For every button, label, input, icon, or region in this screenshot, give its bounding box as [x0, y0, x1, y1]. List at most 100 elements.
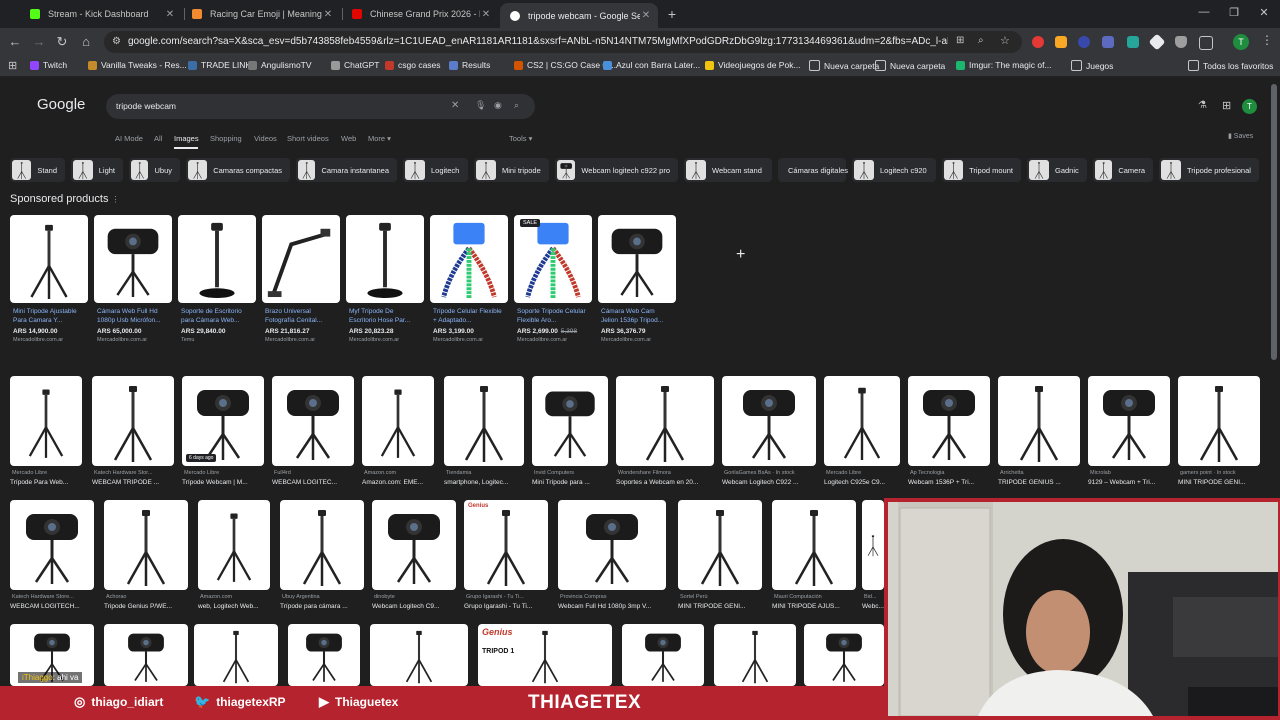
bookmark-item[interactable]: Twitch: [30, 60, 67, 70]
tab-ai-mode[interactable]: AI Mode: [115, 134, 143, 143]
image-source[interactable]: Sortel Perú: [680, 594, 762, 600]
bookmark-item[interactable]: Videojuegos de Pok...: [705, 60, 801, 70]
info-icon[interactable]: ⋮: [112, 195, 120, 204]
image-caption[interactable]: WEBCAM LOGITECH...: [10, 603, 94, 610]
extension-icon[interactable]: [1078, 36, 1090, 48]
image-result[interactable]: [804, 624, 884, 686]
image-result[interactable]: [362, 376, 434, 466]
close-icon[interactable]: ✕: [322, 9, 334, 20]
google-apps-icon[interactable]: ⊞: [1222, 99, 1231, 112]
restore-button[interactable]: ❐: [1222, 6, 1246, 19]
google-logo[interactable]: Google: [37, 96, 85, 113]
product-image[interactable]: [598, 215, 676, 303]
image-caption[interactable]: smartphone, Logitec...: [444, 479, 524, 486]
bookmark-item[interactable]: csgo cases: [385, 60, 441, 70]
close-icon[interactable]: ✕: [164, 9, 176, 20]
extensions-puzzle-icon[interactable]: [1199, 36, 1213, 50]
filter-chip[interactable]: Logitech c920: [852, 158, 936, 182]
filter-chip[interactable]: Tripod mount: [942, 158, 1021, 182]
menu-kebab-icon[interactable]: ⋮: [1261, 33, 1273, 47]
tab-google[interactable]: tripode webcam - Google Sear ✕: [500, 3, 658, 28]
bookmark-item[interactable]: CS2 | CS:GO Case O...: [514, 60, 616, 70]
bookmark-star-icon[interactable]: ☆: [1000, 34, 1010, 47]
new-tab-button[interactable]: +: [660, 6, 684, 22]
all-bookmarks-folder[interactable]: Todos los favoritos: [1188, 60, 1273, 71]
search-icon[interactable]: ⌕: [514, 100, 519, 111]
filter-chip[interactable]: Gadnic: [1027, 158, 1087, 182]
product-name[interactable]: Soporte de Escritorio para Cámara Web...: [178, 307, 256, 325]
image-result[interactable]: [272, 376, 354, 466]
image-caption[interactable]: Tripode Genius P/WE...: [104, 603, 188, 610]
image-caption[interactable]: TRIPODE GENIUS ...: [998, 479, 1080, 486]
sponsored-product-card[interactable]: Mini Tripode Ajustable Para Camara Y... A…: [10, 215, 88, 343]
bookmark-item[interactable]: TRADE LINK: [188, 60, 251, 70]
sponsored-product-card[interactable]: Myf Trípode De Escritorio Hose Par... ARS…: [346, 215, 424, 343]
bookmark-item[interactable]: Juegos: [1071, 60, 1113, 71]
image-caption[interactable]: Grupo Igarashi - Tu Ti...: [464, 603, 548, 610]
site-info-icon[interactable]: ⚙: [112, 36, 121, 47]
image-result[interactable]: 6 days ago: [182, 376, 264, 466]
product-image[interactable]: [178, 215, 256, 303]
image-source[interactable]: Mauri Computación: [774, 594, 856, 600]
image-caption[interactable]: MINI TRIPODE GENI...: [1178, 479, 1260, 486]
sponsored-product-card[interactable]: Cámara Web Full Hd 1080p Usb Micrófon...…: [94, 215, 172, 343]
image-result[interactable]: [678, 500, 762, 590]
image-source[interactable]: Katech Hardware Stor...: [94, 470, 174, 476]
tab-videos[interactable]: Videos: [254, 134, 277, 143]
tab-images[interactable]: Images: [174, 134, 199, 143]
image-result[interactable]: [372, 500, 456, 590]
image-result[interactable]: [280, 500, 364, 590]
product-image[interactable]: [10, 215, 88, 303]
product-name[interactable]: Brazo Universal Fotografía Cenital...: [262, 307, 340, 325]
image-source[interactable]: Wondershare Filmora: [618, 470, 714, 476]
image-source[interactable]: dinobyte: [374, 594, 456, 600]
tab-all[interactable]: All: [154, 134, 162, 143]
image-result[interactable]: [772, 500, 856, 590]
bookmark-item[interactable]: Results: [449, 60, 490, 70]
product-name[interactable]: Soporte Tripode Celular Flexible Aro...: [514, 307, 592, 325]
image-caption[interactable]: Trípode Webcam | M...: [182, 479, 264, 486]
bookmark-item[interactable]: Nueva carpeta: [809, 60, 879, 71]
image-source[interactable]: Microlab: [1090, 470, 1170, 476]
product-name[interactable]: Trípode Celular Flexible + Adaptado...: [430, 307, 508, 325]
forward-button[interactable]: →: [31, 34, 47, 49]
filter-chip[interactable]: Camara instantanea: [296, 158, 397, 182]
filter-chip[interactable]: Stand: [10, 158, 65, 182]
image-result[interactable]: [1178, 376, 1260, 466]
image-result[interactable]: [622, 624, 704, 686]
profile-avatar[interactable]: T: [1233, 34, 1249, 50]
image-result[interactable]: [10, 376, 82, 466]
image-source[interactable]: Amazon.com: [364, 470, 434, 476]
image-result[interactable]: [862, 500, 884, 590]
image-caption[interactable]: Webcam Logitech C922 ...: [722, 479, 816, 486]
extension-icon[interactable]: [1032, 36, 1044, 48]
tab-more[interactable]: More ▾: [368, 134, 391, 143]
tab-short-videos[interactable]: Short videos: [287, 134, 329, 143]
image-source[interactable]: Bid...: [864, 594, 884, 600]
image-source[interactable]: Arrichetta: [1000, 470, 1080, 476]
extension-icon[interactable]: [1102, 36, 1114, 48]
image-caption[interactable]: Webcam Full Hd 1080p 3mp V...: [558, 603, 666, 610]
image-source[interactable]: Ap Tecnologia: [910, 470, 990, 476]
product-name[interactable]: Cámara Web Full Hd 1080p Usb Micrófon...: [94, 307, 172, 325]
image-result[interactable]: [104, 500, 188, 590]
account-avatar[interactable]: T: [1242, 99, 1257, 114]
close-icon[interactable]: ✕: [480, 9, 492, 20]
product-name[interactable]: Mini Tripode Ajustable Para Camara Y...: [10, 307, 88, 325]
bookmark-item[interactable]: Nueva carpeta: [875, 60, 945, 71]
sponsored-product-card[interactable]: Cámara Web Cam Jelion 1536p Tripod... ARS…: [598, 215, 676, 343]
bookmark-item[interactable]: ChatGPT: [331, 60, 379, 70]
image-source[interactable]: Ubuy Argentina: [282, 594, 364, 600]
clear-search-icon[interactable]: ✕: [451, 100, 459, 111]
translate-icon[interactable]: ⊞: [956, 35, 964, 46]
image-caption[interactable]: 9129 – Webcam + Tri...: [1088, 479, 1170, 486]
microphone-icon[interactable]: 🎙: [475, 100, 486, 111]
image-result[interactable]: [444, 376, 524, 466]
image-result[interactable]: [558, 500, 666, 590]
filter-chip[interactable]: Camaras compactas: [186, 158, 290, 182]
product-image[interactable]: SALE: [514, 215, 592, 303]
bookmark-item[interactable]: Vanilla Tweaks - Res...: [88, 60, 187, 70]
image-caption[interactable]: WEBCAM LOGITEC...: [272, 479, 354, 486]
back-button[interactable]: ←: [7, 34, 23, 49]
product-image[interactable]: [430, 215, 508, 303]
